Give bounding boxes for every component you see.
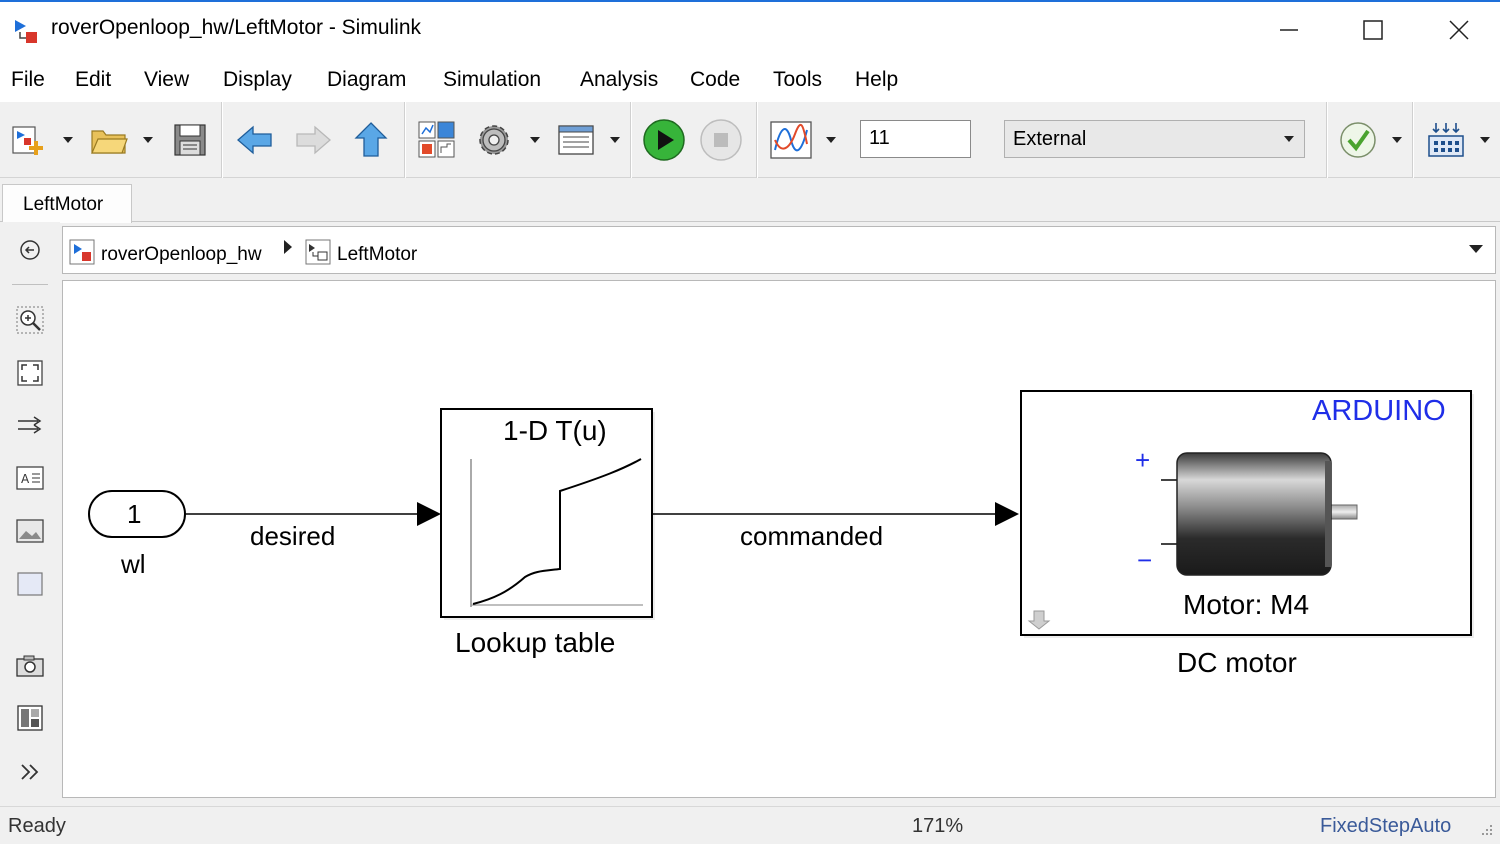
breadcrumb-chevron-icon xyxy=(283,239,293,255)
breadcrumb-model-label: roverOpenloop_hw xyxy=(101,244,262,265)
toolbar-separator xyxy=(630,102,632,178)
camera-icon[interactable] xyxy=(14,650,46,682)
forward-arrow-icon[interactable] xyxy=(292,116,334,164)
tab-leftmotor[interactable]: LeftMotor xyxy=(2,184,132,223)
simulink-model-icon xyxy=(12,16,42,46)
side-palette: A xyxy=(0,222,60,798)
simulation-mode-select[interactable]: External xyxy=(1004,120,1305,158)
lookup-header: 1-D T(u) xyxy=(503,415,607,446)
menu-display[interactable]: Display xyxy=(223,68,292,92)
motor-port-label: Motor: M4 xyxy=(1183,589,1310,620)
motor-name: DC motor xyxy=(1177,647,1297,678)
property-inspector-icon[interactable] xyxy=(14,702,46,734)
side-separator xyxy=(12,284,48,285)
back-arrow-icon[interactable] xyxy=(234,116,276,164)
subsystem-icon xyxy=(305,239,331,271)
new-model-dropdown[interactable] xyxy=(58,116,78,164)
menu-diagram[interactable]: Diagram xyxy=(327,68,406,92)
scope-dropdown[interactable] xyxy=(822,116,840,164)
stop-time-input[interactable]: 11 xyxy=(860,120,971,158)
toolbar-separator xyxy=(1412,102,1414,178)
image-icon[interactable] xyxy=(14,515,46,547)
model-config-gear-icon[interactable] xyxy=(472,116,516,164)
menu-view[interactable]: View xyxy=(144,68,189,92)
build-deploy-icon[interactable] xyxy=(1424,116,1468,164)
status-ready: Ready xyxy=(8,815,66,837)
window-title: roverOpenloop_hw/LeftMotor - Simulink xyxy=(51,16,422,39)
scope-icon[interactable] xyxy=(768,116,814,164)
lookup-name: Lookup table xyxy=(455,627,616,658)
resize-grip-icon[interactable] xyxy=(1480,823,1494,842)
solver-link[interactable]: FixedStepAuto xyxy=(1320,815,1451,838)
run-icon[interactable] xyxy=(641,116,687,164)
model-advisor-check-icon[interactable] xyxy=(1336,116,1380,164)
open-dropdown[interactable] xyxy=(138,116,158,164)
toolbar-separator xyxy=(1326,102,1328,178)
model-advisor-dropdown[interactable] xyxy=(1388,116,1406,164)
toolbar-separator xyxy=(404,102,406,178)
signal-label-commanded: commanded xyxy=(740,521,884,551)
menu-file[interactable]: File xyxy=(11,68,45,92)
menu-analysis[interactable]: Analysis xyxy=(580,68,658,92)
motor-plus-terminal: + xyxy=(1135,445,1151,475)
model-explorer-icon[interactable] xyxy=(554,116,598,164)
breadcrumb-subsystem-label: LeftMotor xyxy=(337,244,418,265)
library-browser-icon[interactable] xyxy=(414,116,460,164)
address-bar: roverOpenloop_hw LeftMotor xyxy=(62,226,1496,274)
hide-browser-icon[interactable] xyxy=(14,234,46,266)
zoom-icon[interactable] xyxy=(14,304,46,336)
tab-strip: LeftMotor xyxy=(0,178,1500,223)
new-model-icon[interactable] xyxy=(8,116,48,164)
inport-name: wl xyxy=(121,549,146,579)
simulation-mode-value: External xyxy=(1013,128,1087,150)
menu-edit[interactable]: Edit xyxy=(75,68,111,92)
inport-number: 1 xyxy=(127,499,142,529)
open-folder-icon[interactable] xyxy=(88,116,130,164)
toolbar-separator xyxy=(756,102,758,178)
menu-help[interactable]: Help xyxy=(855,68,898,92)
zoom-level: 171% xyxy=(912,815,964,837)
minimize-button[interactable] xyxy=(1266,10,1312,50)
signal-label-desired: desired xyxy=(250,521,336,551)
menu-bar: File Edit View Display Diagram Simulatio… xyxy=(0,58,1500,102)
menu-simulation[interactable]: Simulation xyxy=(443,68,541,92)
fit-to-view-icon[interactable] xyxy=(14,357,46,389)
motor-minus-terminal: − xyxy=(1137,545,1153,575)
route-lines-icon[interactable] xyxy=(14,409,46,441)
stop-icon[interactable] xyxy=(698,116,744,164)
maximize-button[interactable] xyxy=(1350,10,1396,50)
expand-chevrons-icon[interactable] xyxy=(14,756,46,788)
model-canvas[interactable]: 1 wl desired 1-D T(u) Lookup table comma… xyxy=(62,280,1496,798)
menu-tools[interactable]: Tools xyxy=(773,68,822,92)
up-arrow-icon[interactable] xyxy=(350,116,392,164)
address-dropdown[interactable] xyxy=(1469,245,1483,253)
breadcrumb-model[interactable]: roverOpenloop_hw xyxy=(69,239,262,271)
arduino-brand-label: ARDUINO xyxy=(1312,395,1446,427)
model-explorer-dropdown[interactable] xyxy=(606,116,624,164)
menu-code[interactable]: Code xyxy=(690,68,740,92)
toolbar-separator xyxy=(221,102,223,178)
status-bar: Ready 171% FixedStepAuto xyxy=(0,806,1500,844)
simulink-model-icon xyxy=(69,239,95,271)
model-config-dropdown[interactable] xyxy=(526,116,544,164)
build-dropdown[interactable] xyxy=(1476,116,1494,164)
annotation-icon[interactable]: A xyxy=(14,462,46,494)
area-icon[interactable] xyxy=(14,568,46,600)
title-bar: roverOpenloop_hw/LeftMotor - Simulink xyxy=(0,0,1500,58)
breadcrumb-subsystem[interactable]: LeftMotor xyxy=(305,239,417,271)
close-button[interactable] xyxy=(1436,10,1482,50)
save-icon[interactable] xyxy=(170,116,210,164)
chevron-down-icon xyxy=(1284,136,1294,142)
svg-text:A: A xyxy=(21,472,30,486)
